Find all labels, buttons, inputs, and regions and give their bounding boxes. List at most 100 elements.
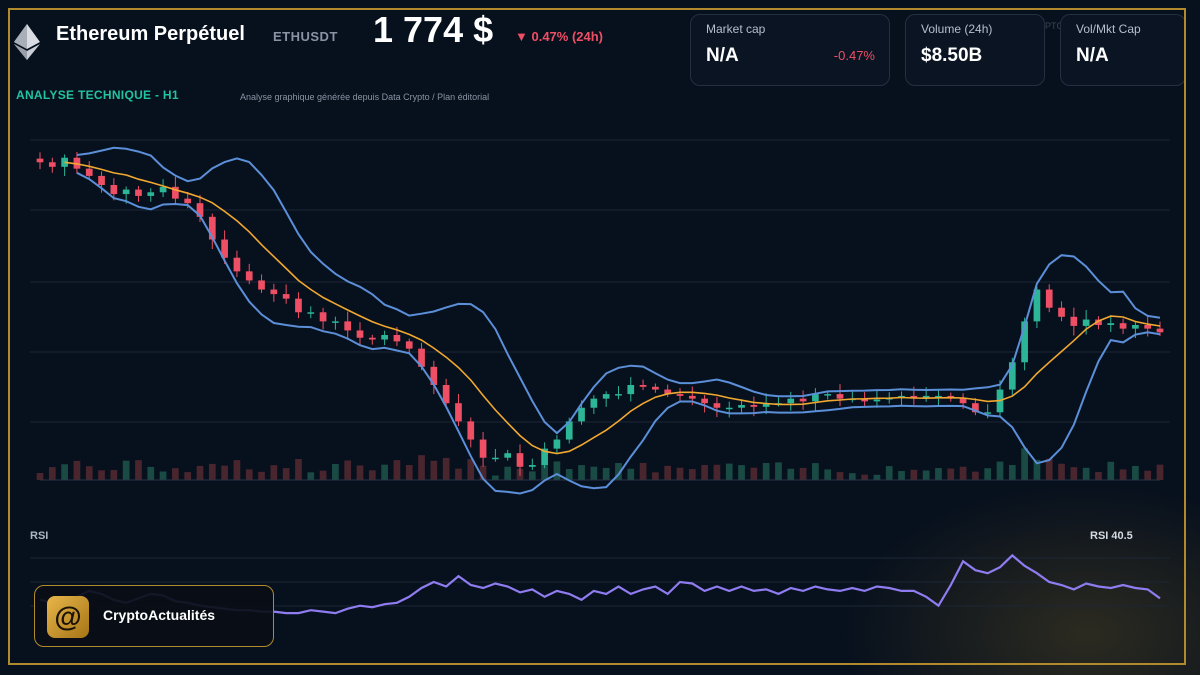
rsi-label: RSI: [30, 530, 49, 542]
candle-body: [713, 403, 721, 408]
volume-bar: [873, 474, 881, 480]
volume-bar: [627, 468, 635, 480]
candle-body: [1144, 325, 1152, 329]
candle-body: [590, 398, 598, 408]
volume-bar: [1095, 472, 1102, 480]
volume-bar: [356, 465, 364, 480]
brand-badge[interactable]: @ CryptoActualités: [34, 585, 274, 647]
volume-bar: [368, 470, 376, 480]
volume-bar: [36, 472, 44, 480]
volume-bar: [504, 466, 512, 480]
volume-bar: [602, 467, 610, 480]
volume-bar: [713, 464, 721, 480]
candle-body: [787, 398, 795, 404]
volume-bar: [319, 470, 327, 480]
volume-bar: [947, 468, 955, 480]
volume-bar: [750, 467, 758, 480]
volume-bar: [688, 469, 696, 480]
candle-body: [282, 294, 290, 299]
candle-body: [393, 335, 401, 342]
candle-body: [615, 394, 622, 396]
candle-body: [122, 189, 130, 195]
moving-average-line: [64, 161, 1161, 455]
volume-bar: [98, 470, 105, 480]
candle-body: [1070, 316, 1078, 326]
candle-body: [824, 394, 832, 396]
volume-bar: [910, 469, 918, 480]
candle-body: [1156, 328, 1164, 333]
volume-bar: [799, 467, 807, 480]
volume-bar: [61, 464, 68, 480]
candle-body: [159, 186, 167, 193]
volume-bar: [959, 466, 967, 480]
candle-body: [455, 403, 462, 422]
candle-body: [688, 395, 696, 399]
candle-body: [184, 198, 192, 204]
candle-body: [381, 335, 388, 340]
volume-bar: [738, 465, 745, 480]
candle-body: [270, 289, 278, 295]
brand-logo-icon: @: [47, 596, 89, 638]
volume-bar: [861, 474, 868, 480]
volume-bar: [590, 466, 598, 480]
volume-bar: [430, 460, 438, 480]
brand-name: CryptoActualités: [103, 607, 216, 623]
candle-body: [110, 185, 118, 195]
volume-bar: [676, 467, 684, 480]
volume-bar: [848, 473, 856, 480]
volume-bar: [492, 475, 499, 480]
candle-body: [1132, 325, 1139, 329]
candle-body: [701, 398, 708, 404]
volume-bar: [701, 464, 708, 480]
candle-body: [1082, 319, 1090, 326]
volume-bar: [455, 468, 462, 480]
candle-body: [319, 312, 327, 322]
volume-bar: [922, 470, 930, 480]
candle-body: [602, 394, 610, 399]
candle-body: [98, 175, 105, 185]
volume-bar: [110, 470, 118, 480]
volume-bar: [85, 466, 93, 480]
candle-body: [356, 330, 364, 338]
volume-bar: [1132, 465, 1139, 480]
volume-bar: [553, 461, 561, 480]
candle-body: [147, 192, 155, 196]
volume-bar: [172, 468, 179, 480]
volume-bar: [1045, 458, 1053, 480]
volume-bar: [1008, 465, 1016, 480]
volume-bar: [885, 466, 893, 480]
volume-bar: [405, 464, 413, 480]
volume-bar: [233, 460, 241, 480]
candle-body: [233, 257, 241, 272]
volume-bar: [836, 472, 844, 480]
candle-body: [368, 337, 376, 340]
candle-body: [442, 385, 450, 404]
volume-bar: [159, 471, 167, 480]
volume-bar: [282, 468, 290, 480]
volume-bar: [812, 463, 819, 480]
candle-body: [799, 398, 807, 402]
bollinger-lower-band: [76, 171, 1161, 495]
candle-body: [1107, 323, 1115, 325]
volume-bar: [135, 460, 142, 480]
volume-bar: [984, 468, 992, 480]
volume-bar: [295, 459, 302, 480]
candle-body: [1119, 323, 1127, 329]
volume-bar: [898, 471, 905, 480]
volume-bar: [725, 463, 733, 480]
volume-bar: [1070, 467, 1078, 480]
candle-body: [1058, 307, 1065, 317]
volume-bar: [381, 464, 388, 480]
candle-body: [492, 457, 499, 460]
candle-body: [578, 407, 585, 422]
volume-bar: [775, 462, 782, 480]
volume-bar: [307, 472, 315, 480]
volume-bar: [578, 465, 585, 480]
candle-body: [738, 405, 745, 408]
candle-body: [344, 321, 352, 331]
candle-body: [245, 271, 253, 281]
volume-bar: [196, 465, 204, 480]
volume-bar: [147, 466, 155, 480]
candle-body: [750, 405, 758, 407]
candle-body: [36, 158, 44, 163]
